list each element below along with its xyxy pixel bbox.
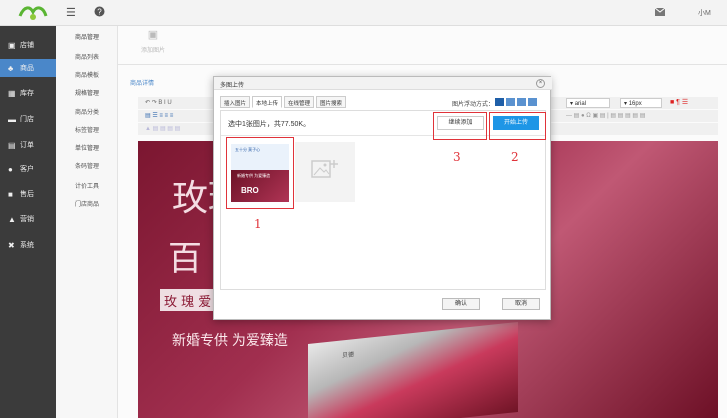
sidebar-item-aftersale[interactable]: ■ 售后 (0, 185, 56, 203)
sidebar-item-label: 售后 (20, 191, 34, 198)
subnav-item[interactable]: 计价工具 (56, 181, 118, 190)
settings-icon: ✖ (8, 240, 15, 250)
annotation-number: 1 (254, 217, 262, 231)
goods-icon: ♣ (8, 63, 14, 73)
sidebar-item-inventory[interactable]: ▦ 库存 (0, 84, 56, 102)
align-right-icon[interactable] (517, 98, 526, 106)
float-mode-label: 图片浮动方式： (452, 102, 495, 108)
sidebar: ▣ 店铺 ♣ 商品 ▦ 库存 ▬ 门店 ▤ 订单 ● 客户 ■ 售后 ▲ 营销 ✖ 系统 (0, 26, 56, 418)
aftersale-icon: ■ (8, 189, 13, 199)
align-none-icon[interactable] (495, 98, 504, 106)
subnav-item[interactable]: 标签管理 (56, 125, 118, 134)
upload-status: 选中1张图片，共77.50K。 (228, 121, 311, 128)
store-icon: ▣ (8, 40, 16, 50)
align-center-icon[interactable] (528, 98, 537, 106)
subnav-item[interactable]: 商品分类 (56, 107, 118, 116)
upload-panel: 选中1张图片，共77.50K。 继续添加 开始上传 五十分 莫子心 新婚专供 为… (220, 110, 546, 290)
sidebar-item-customer[interactable]: ● 客户 (0, 160, 56, 178)
add-image-label: 添加图片 (140, 48, 165, 54)
subnav-item[interactable]: 商品模板 (56, 70, 118, 79)
confirm-button[interactable]: 确认 (442, 298, 480, 310)
sidebar-item-label: 商品 (20, 65, 34, 72)
sidebar-item-goods[interactable]: ♣ 商品 (0, 59, 56, 77)
annotation-number: 2 (511, 150, 519, 164)
sidebar-item-label: 店铺 (20, 42, 34, 49)
tab-image-search[interactable]: 图片搜索 (316, 96, 347, 108)
add-image-tile[interactable] (295, 142, 355, 202)
svg-text:?: ? (97, 8, 102, 17)
font-family-select[interactable]: ▾ arial (566, 98, 610, 108)
sidebar-item-label: 客户 (20, 166, 34, 173)
tab-local-upload[interactable]: 本地上传 (252, 96, 283, 108)
close-icon[interactable]: × (536, 79, 545, 88)
annotation-box-start (489, 112, 546, 140)
subnav-item[interactable]: 单位管理 (56, 143, 118, 152)
mail-icon[interactable] (654, 7, 666, 19)
help-icon[interactable]: ? (94, 6, 105, 20)
banner-slogan: 新婚专供 为爱臻造 (172, 332, 288, 348)
product-box: 贝德 (308, 321, 518, 418)
sidebar-item-label: 营销 (20, 216, 34, 223)
subnav-item[interactable]: 规格管理 (56, 88, 118, 97)
logo-icon (18, 6, 48, 20)
customer-icon: ● (8, 164, 13, 174)
app-window: ☰ ? 小M ▣ 店铺 ♣ 商品 ▦ 库存 ▬ 门店 ▤ 订单 ● 客户 ■ 售后 ▲ 营销 ✖… (0, 0, 727, 418)
shop-icon: ▬ (8, 114, 16, 124)
sidebar-item-store[interactable]: ▣ 店铺 (0, 36, 56, 54)
image-icon: ▣ (147, 29, 159, 41)
user-name[interactable]: 小M (698, 8, 711, 18)
tab-insert-image[interactable]: 插入图片 (220, 96, 251, 108)
list-icon[interactable]: ☰ (66, 6, 76, 19)
sidebar-item-label: 订单 (20, 142, 34, 149)
order-icon: ▤ (8, 140, 16, 150)
subnav-item[interactable]: 商品管理 (56, 32, 118, 41)
tab-online-manage[interactable]: 在线管理 (284, 96, 315, 108)
subnav-item[interactable]: 条码管理 (56, 161, 118, 170)
cancel-button[interactable]: 取消 (502, 298, 540, 310)
dialog-title: 多图上传 (214, 77, 552, 90)
sidebar-item-order[interactable]: ▤ 订单 (0, 136, 56, 154)
banner-strip-text: 玫 瑰 爱 (164, 295, 212, 310)
align-left-icon[interactable] (506, 98, 515, 106)
sidebar-item-marketing[interactable]: ▲ 营销 (0, 210, 56, 228)
multi-image-upload-dialog: 多图上传 × 插入图片 本地上传 在线管理 图片搜索 图片浮动方式： 选中1张图… (213, 76, 552, 320)
banner-subtitle: 百 (168, 239, 202, 279)
sub-navigation: 商品管理 商品列表 商品模板 规格管理 商品分类 标签管理 单位管理 条码管理 … (56, 26, 118, 418)
section-title: 商品详情 (130, 81, 155, 87)
toolbar-icons[interactable]: ↶ ↷ B I U (145, 99, 172, 106)
sidebar-item-shop[interactable]: ▬ 门店 (0, 110, 56, 128)
inventory-icon: ▦ (8, 88, 16, 98)
sidebar-item-label: 库存 (20, 90, 34, 97)
font-family-value: arial (574, 101, 587, 107)
marketing-icon: ▲ (8, 214, 16, 224)
annotation-box-continue (433, 112, 487, 140)
subnav-item[interactable]: 门店商品 (56, 199, 118, 208)
add-picture-icon (311, 160, 338, 178)
toolbar-icons[interactable]: ▲ ▤ ▤ ▤ ▤ (145, 125, 180, 132)
sidebar-item-label: 门店 (20, 116, 34, 123)
sidebar-item-system[interactable]: ✖ 系统 (0, 236, 56, 254)
subnav-item[interactable]: 商品列表 (56, 52, 118, 61)
sidebar-item-label: 系统 (20, 242, 34, 249)
divider (118, 64, 727, 65)
font-size-select[interactable]: ▾ 16px (620, 98, 662, 108)
add-image-button[interactable]: ▣ 添加图片 (136, 28, 170, 60)
toolbar-icons[interactable]: ■ ¶ ☰ (670, 98, 688, 106)
annotation-number: 3 (453, 150, 461, 164)
product-box-label: 贝德 (342, 352, 355, 360)
toolbar-icons[interactable]: — ▤ ● Ω ▣ ▤ | ▤ ▤ ▤ ▤ ▤ (566, 112, 645, 119)
toolbar-icons[interactable]: ▤ ☰ ≡ ≡ ≡ (145, 112, 173, 119)
annotation-box-image (226, 137, 294, 209)
top-bar: ☰ ? 小M (0, 0, 727, 26)
font-size-value: 16px (628, 101, 642, 107)
